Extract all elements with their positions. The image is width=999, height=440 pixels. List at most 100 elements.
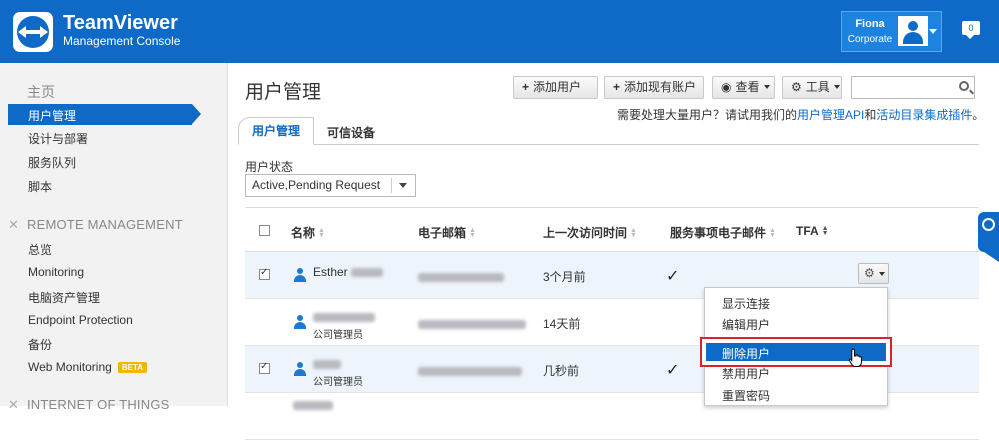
brand: TeamViewer Management Console	[63, 12, 180, 48]
row-actions-menu: 显示连接 编辑用户 删除用户 禁用用户 重置密码	[700, 287, 892, 406]
add-existing-account-button[interactable]: + 添加现有账户	[604, 76, 704, 99]
menu-item-edit-user[interactable]: 编辑用户	[722, 316, 770, 333]
view-dropdown-button[interactable]: ◉ 查看	[712, 76, 775, 99]
plus-icon: +	[613, 80, 621, 94]
user-name: Fiona	[855, 18, 885, 30]
header-label: 电子邮箱	[418, 226, 467, 240]
column-header-tfa[interactable]: TFA ▲ ▼	[796, 224, 829, 238]
sidebar-item-scripts[interactable]: 脚本	[28, 178, 52, 195]
bulk-users-hint: 需要处理大量用户？请试用我们的用户管理API和活动目录集成插件。	[617, 106, 984, 123]
user-email	[418, 317, 526, 331]
sidebar-item-label: 用户管理	[28, 109, 77, 123]
redacted-text	[351, 268, 384, 278]
redacted-text	[313, 360, 341, 370]
service-email-check: ✓	[666, 268, 680, 285]
chevron-down-icon	[833, 85, 840, 89]
row-actions-button[interactable]: ⚙	[858, 263, 889, 284]
sidebar-item-design-deploy[interactable]: 设计与部署	[28, 130, 88, 147]
header-label: 名称	[291, 226, 316, 240]
iot-icon: ✕	[8, 397, 20, 412]
menu-item-show-connections[interactable]: 显示连接	[722, 295, 770, 312]
button-label: 添加现有账户	[624, 80, 697, 94]
remote-management-icon: ✕	[8, 217, 20, 232]
search-input[interactable]	[851, 76, 975, 99]
column-header-email[interactable]: 电子邮箱 ▲ ▼	[418, 224, 476, 241]
column-header-last-access[interactable]: 上一次访问时间 ▲ ▼	[543, 224, 637, 241]
user-role: 公司管理员	[313, 330, 363, 341]
feedback-tab[interactable]	[978, 212, 999, 262]
search-icon	[959, 81, 969, 91]
last-access: 几秒前	[543, 364, 580, 378]
header-label: 上一次访问时间	[543, 226, 628, 240]
section-label: REMOTE MANAGEMENT	[27, 217, 183, 232]
menu-item-label: 删除用户	[722, 347, 771, 361]
section-label: INTERNET OF THINGS	[27, 397, 170, 412]
tabs-divider	[238, 144, 979, 145]
sidebar: 主页 用户管理 设计与部署 服务队列 脚本 ✕ REMOTE MANAGEMENT…	[0, 63, 228, 412]
row-checkbox[interactable]	[259, 267, 270, 280]
sidebar-item-service-queue[interactable]: 服务队列	[28, 154, 76, 171]
user-management-api-link[interactable]: 用户管理API	[797, 108, 864, 122]
last-access: 3个月前	[543, 270, 586, 284]
brand-subtitle: Management Console	[63, 34, 181, 48]
sort-icon: ▲ ▼	[318, 227, 325, 239]
tab-trusted-devices[interactable]: 可信设备	[327, 124, 375, 141]
sidebar-home-heading[interactable]: 主页	[27, 82, 55, 102]
select-value: Active,Pending Request	[252, 178, 381, 192]
sort-icon: ▲ ▼	[821, 225, 829, 237]
sidebar-item-monitoring[interactable]: Monitoring	[28, 265, 84, 279]
user-org: Corporate	[847, 34, 893, 45]
sidebar-item-overview[interactable]: 总览	[28, 241, 52, 258]
user-name	[313, 310, 375, 324]
redacted-text	[313, 313, 375, 323]
tab-user-management[interactable]: 用户管理	[238, 117, 314, 145]
redacted-text	[418, 273, 504, 283]
redacted-text	[418, 367, 522, 377]
chevron-down-icon	[929, 29, 937, 34]
menu-item-disable-user[interactable]: 禁用用户	[722, 365, 770, 382]
chevron-down-icon	[879, 272, 885, 276]
sort-icon: ▲ ▼	[630, 227, 637, 239]
notification-icon[interactable]: 0	[962, 21, 980, 39]
chevron-down-icon	[763, 85, 770, 89]
user-status-label: 用户状态	[245, 160, 294, 174]
service-email-check: ✓	[666, 362, 680, 379]
column-header-service-email[interactable]: 服务事项电子邮件 ▲ ▼	[670, 224, 776, 241]
sidebar-item-label: Web Monitoring	[28, 360, 112, 374]
beta-badge: BETA	[117, 362, 148, 373]
redacted-text	[418, 320, 526, 330]
sidebar-item-user-management[interactable]: 用户管理	[8, 104, 201, 125]
header-label: TFA	[796, 224, 819, 238]
hint-text: 和	[864, 108, 877, 122]
sidebar-item-endpoint-protection[interactable]: Endpoint Protection	[28, 313, 133, 327]
hint-text: 需要处理大量用户？请试用我们的	[617, 108, 798, 122]
sidebar-item-backup[interactable]: 备份	[28, 336, 52, 353]
sidebar-item-web-monitoring[interactable]: Web Monitoring BETA	[28, 360, 148, 374]
user-status-select[interactable]: Active,Pending Request	[245, 174, 416, 197]
user-icon	[293, 315, 307, 329]
user-role: 公司管理员	[313, 377, 363, 388]
menu-item-reset-password[interactable]: 重置密码	[722, 387, 770, 404]
sort-icon: ▲ ▼	[469, 227, 476, 239]
eye-icon: ◉	[721, 80, 732, 94]
select-all-checkbox[interactable]	[259, 225, 270, 236]
chevron-down-icon	[399, 183, 407, 188]
user-menu-button[interactable]: Fiona Corporate	[841, 11, 942, 52]
user-name	[313, 357, 341, 371]
gear-icon: ⚙	[791, 80, 802, 94]
smiley-icon	[982, 218, 995, 231]
row-checkbox[interactable]	[259, 361, 270, 374]
name-text: Esther	[313, 265, 348, 279]
brand-title: TeamViewer	[63, 12, 178, 34]
teamviewer-logo-icon[interactable]	[13, 12, 53, 52]
hint-text: 。	[972, 108, 985, 122]
sidebar-item-asset-management[interactable]: 电脑资产管理	[28, 289, 100, 306]
table-header: 名称 ▲ ▼ 电子邮箱 ▲ ▼ 上一次访问时间 ▲ ▼ 服务事项电子邮件 ▲ ▼ TFA ▲ ▼	[245, 207, 979, 252]
active-directory-plugin-link[interactable]: 活动目录集成插件	[876, 108, 972, 122]
tools-dropdown-button[interactable]: ⚙ 工具	[782, 76, 842, 99]
sidebar-section-iot: ✕ INTERNET OF THINGS	[8, 397, 170, 413]
user-icon	[293, 362, 307, 376]
column-header-name[interactable]: 名称 ▲ ▼	[291, 224, 325, 241]
header-label: 服务事项电子邮件	[670, 226, 767, 240]
add-user-button[interactable]: + 添加用户	[513, 76, 598, 99]
